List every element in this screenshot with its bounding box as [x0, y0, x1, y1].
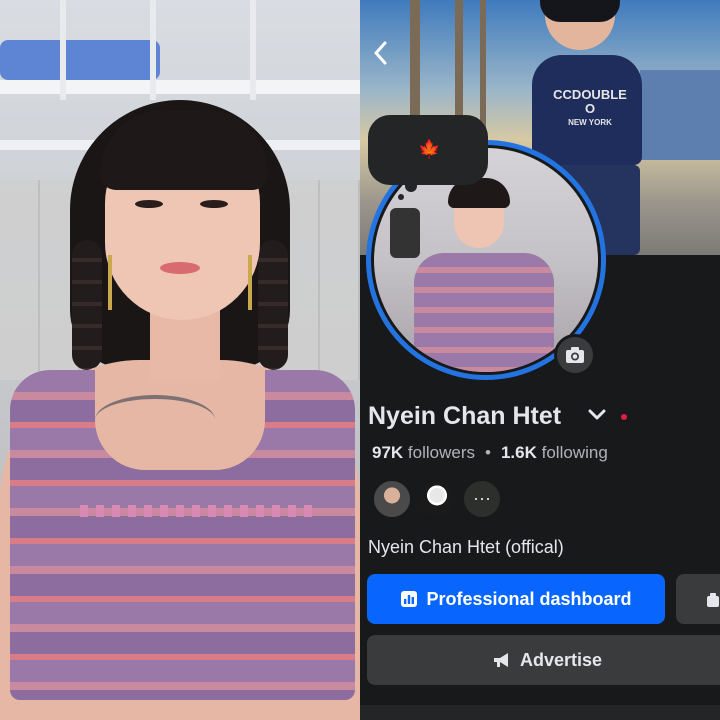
more-friends-icon[interactable]: ···: [462, 479, 502, 519]
background-bar: [250, 0, 256, 100]
profile-bio: Nyein Chan Htet (offical): [368, 537, 564, 557]
following-label: following: [541, 443, 608, 462]
change-profile-picture-button[interactable]: [554, 334, 596, 376]
followers-link[interactable]: 97K followers: [372, 443, 475, 462]
bar-chart-icon: [401, 591, 418, 607]
left-photo: [0, 0, 360, 720]
shirt-text-line2: NEW YORK: [568, 118, 612, 127]
profile-screen: CCDOUBLE O NEW YORK 🍁 Nyein Chan Htet 97…: [360, 0, 720, 720]
right-eye: [200, 200, 228, 208]
chevron-down-icon: [588, 409, 606, 420]
background-bar: [150, 0, 156, 100]
left-earring: [108, 255, 112, 310]
followers-count: 97K: [372, 443, 404, 462]
lips: [160, 262, 200, 274]
note-bubble[interactable]: 🍁: [368, 115, 488, 185]
note-bubble-tail-small: [398, 194, 404, 200]
note-bubble-tail: [405, 180, 417, 192]
edit-icon: [707, 593, 719, 608]
background-cloth: [0, 40, 160, 80]
extra-action-button[interactable]: [676, 574, 720, 624]
following-link[interactable]: 1.6K following: [501, 443, 608, 462]
background-building: [640, 70, 720, 160]
professional-dashboard-label: Professional dashboard: [426, 588, 632, 609]
person-hair: [540, 0, 620, 22]
friend-avatar[interactable]: [372, 479, 412, 519]
background-bar: [60, 0, 66, 100]
background-shelf: [0, 80, 360, 94]
left-eye: [135, 200, 163, 208]
right-braid: [258, 240, 288, 370]
left-braid: [72, 240, 102, 370]
avatar-phone: [390, 208, 420, 258]
camera-icon: [566, 347, 584, 363]
stats-separator: •: [485, 443, 491, 462]
notification-dot: [621, 414, 627, 420]
advertise-label: Advertise: [519, 649, 603, 670]
shirt-text-line1: CCDOUBLE O: [553, 87, 627, 116]
chevron-left-icon: [374, 41, 387, 65]
back-button[interactable]: [370, 38, 394, 68]
following-count: 1.6K: [500, 443, 537, 462]
shirt-text: CCDOUBLE O NEW YORK: [550, 88, 630, 130]
follow-stats: 97K followers • 1.6K following: [372, 443, 608, 463]
megaphone-icon: [493, 653, 508, 667]
name-dropdown-button[interactable]: [586, 404, 608, 432]
professional-dashboard-button[interactable]: Professional dashboard: [367, 574, 665, 624]
profile-name: Nyein Chan Htet: [368, 402, 562, 430]
friend-avatar[interactable]: [417, 479, 457, 519]
followers-label: followers: [407, 443, 476, 462]
maple-leaf-icon: 🍁: [418, 139, 441, 159]
advertise-button[interactable]: Advertise: [367, 635, 720, 685]
bottom-section: [360, 705, 720, 720]
right-earring: [248, 255, 252, 310]
chest-tattoo: [95, 395, 215, 445]
top-fringe: [80, 505, 320, 517]
avatar-body: [414, 253, 554, 372]
